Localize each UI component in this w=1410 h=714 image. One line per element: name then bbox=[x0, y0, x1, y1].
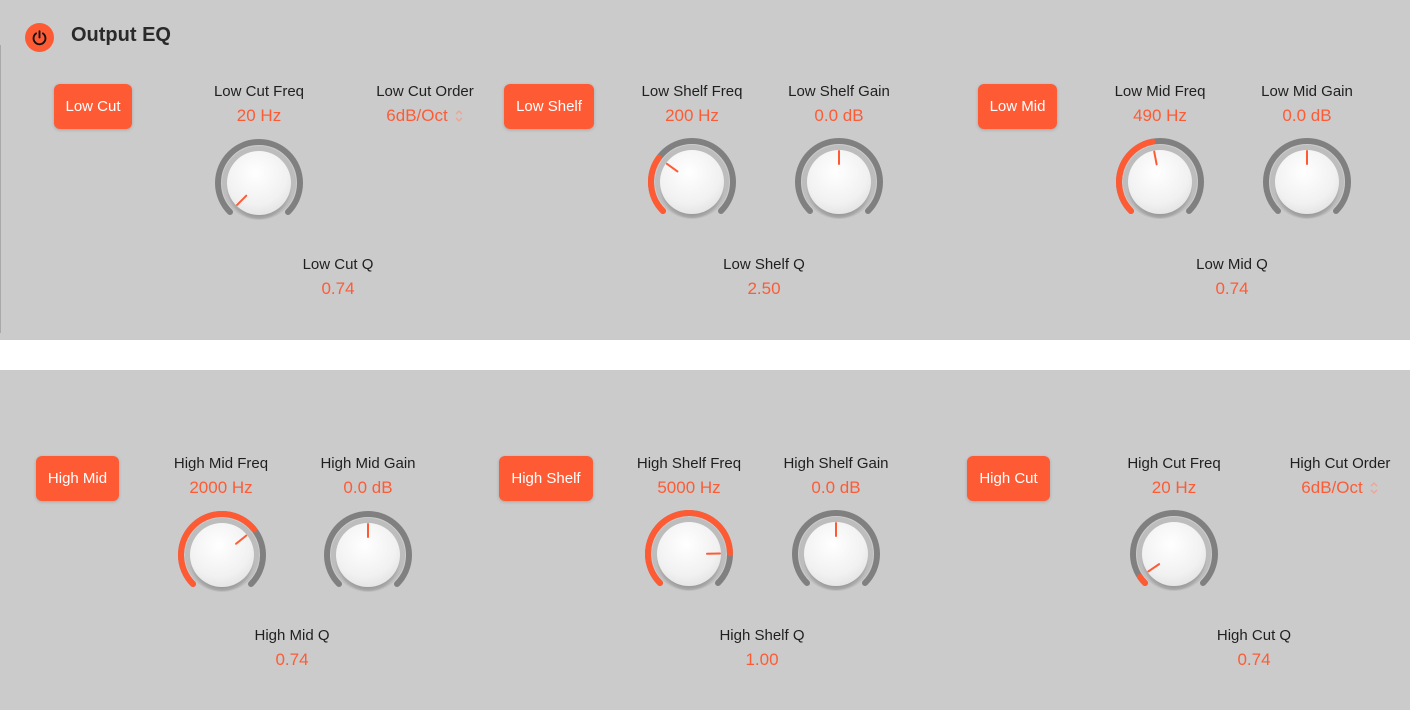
high-cut-order-label: High Cut Order bbox=[1289, 455, 1391, 472]
high-shelf-gain-param: High Shelf Gain 0.0 dB bbox=[746, 455, 926, 499]
knob-graphic bbox=[1130, 510, 1218, 591]
low-shelf-q-param: Low Shelf Q 2.50 bbox=[674, 256, 854, 300]
low-cut-order-value: 6dB/Oct bbox=[386, 106, 448, 125]
high-cut-freq-value[interactable]: 20 Hz bbox=[1084, 477, 1264, 499]
low-mid-freq-knob[interactable] bbox=[1110, 132, 1210, 232]
high-cut-toggle-button[interactable]: High Cut bbox=[967, 456, 1050, 501]
high-cut-order-value: 6dB/Oct bbox=[1301, 478, 1363, 497]
low-cut-freq-param: Low Cut Freq 20 Hz bbox=[169, 83, 349, 127]
low-cut-q-param: Low Cut Q 0.74 bbox=[248, 256, 428, 300]
low-mid-gain-param: Low Mid Gain 0.0 dB bbox=[1217, 83, 1397, 127]
knob-graphic bbox=[792, 510, 880, 591]
high-mid-gain-param: High Mid Gain 0.0 dB bbox=[278, 455, 458, 499]
high-mid-gain-knob[interactable] bbox=[318, 505, 418, 605]
power-icon bbox=[32, 30, 47, 46]
high-mid-toggle-button[interactable]: High Mid bbox=[36, 456, 119, 501]
low-mid-gain-knob[interactable] bbox=[1257, 132, 1357, 232]
low-cut-order-label: Low Cut Order bbox=[376, 83, 474, 100]
knob-graphic bbox=[795, 138, 883, 219]
knob-graphic bbox=[645, 510, 733, 591]
low-shelf-gain-knob[interactable] bbox=[789, 132, 889, 232]
high-cut-order-param: High Cut Order 6dB/Oct bbox=[1250, 455, 1410, 499]
high-mid-q-value[interactable]: 0.74 bbox=[202, 649, 382, 671]
panel-divider bbox=[0, 45, 1, 333]
high-shelf-q-param: High Shelf Q 1.00 bbox=[672, 627, 852, 671]
output-eq-panel-bottom: High Mid High Mid Freq 2000 Hz High Mid … bbox=[0, 370, 1410, 710]
low-shelf-gain-value[interactable]: 0.0 dB bbox=[749, 105, 929, 127]
low-mid-gain-label: Low Mid Gain bbox=[1261, 83, 1353, 100]
high-shelf-q-label: High Shelf Q bbox=[719, 627, 805, 644]
high-cut-order-select[interactable]: 6dB/Oct bbox=[1301, 477, 1378, 499]
low-cut-freq-label: Low Cut Freq bbox=[213, 83, 305, 100]
power-button[interactable] bbox=[25, 23, 54, 52]
high-cut-q-param: High Cut Q 0.74 bbox=[1164, 627, 1344, 671]
low-shelf-q-label: Low Shelf Q bbox=[723, 256, 805, 273]
low-mid-q-label: Low Mid Q bbox=[1196, 256, 1268, 273]
plugin-title: Output EQ bbox=[71, 24, 171, 46]
high-shelf-q-value[interactable]: 1.00 bbox=[672, 649, 852, 671]
high-shelf-gain-label: High Shelf Gain bbox=[783, 455, 889, 472]
low-shelf-q-value[interactable]: 2.50 bbox=[674, 278, 854, 300]
knob-graphic bbox=[324, 511, 412, 592]
knob-cap bbox=[1128, 150, 1192, 214]
high-shelf-freq-knob[interactable] bbox=[639, 504, 739, 604]
high-mid-gain-value[interactable]: 0.0 dB bbox=[278, 477, 458, 499]
knob-graphic bbox=[215, 139, 303, 220]
knob-cap bbox=[1142, 522, 1206, 586]
high-cut-freq-knob[interactable] bbox=[1124, 504, 1224, 604]
high-shelf-toggle-button[interactable]: High Shelf bbox=[499, 456, 593, 501]
high-mid-q-label: High Mid Q bbox=[254, 627, 330, 644]
low-cut-order-select[interactable]: 6dB/Oct bbox=[386, 105, 463, 127]
knob-graphic bbox=[1263, 138, 1351, 219]
high-cut-q-value[interactable]: 0.74 bbox=[1164, 649, 1344, 671]
knob-graphic bbox=[178, 511, 266, 592]
high-cut-freq-label: High Cut Freq bbox=[1127, 455, 1221, 472]
knob-value-arc bbox=[1137, 574, 1149, 586]
low-cut-q-value[interactable]: 0.74 bbox=[248, 278, 428, 300]
high-shelf-gain-value[interactable]: 0.0 dB bbox=[746, 477, 926, 499]
knob-graphic bbox=[648, 138, 736, 219]
low-shelf-freq-knob[interactable] bbox=[642, 132, 742, 232]
output-eq-panel-top: Output EQ Low Cut Low Cut Freq 20 Hz Low… bbox=[0, 0, 1410, 340]
low-shelf-gain-label: Low Shelf Gain bbox=[788, 83, 890, 100]
low-mid-toggle-button[interactable]: Low Mid bbox=[978, 84, 1057, 129]
high-cut-q-label: High Cut Q bbox=[1216, 627, 1292, 644]
low-mid-gain-value[interactable]: 0.0 dB bbox=[1217, 105, 1397, 127]
low-cut-freq-knob[interactable] bbox=[209, 133, 309, 233]
low-mid-q-param: Low Mid Q 0.74 bbox=[1142, 256, 1322, 300]
knob-cap bbox=[660, 150, 724, 214]
low-shelf-gain-param: Low Shelf Gain 0.0 dB bbox=[749, 83, 929, 127]
low-cut-order-param: Low Cut Order 6dB/Oct bbox=[335, 83, 515, 127]
high-shelf-gain-knob[interactable] bbox=[786, 504, 886, 604]
low-cut-toggle-button[interactable]: Low Cut bbox=[54, 84, 132, 129]
low-cut-q-label: Low Cut Q bbox=[302, 256, 374, 273]
high-mid-q-param: High Mid Q 0.74 bbox=[202, 627, 382, 671]
low-cut-freq-value[interactable]: 20 Hz bbox=[169, 105, 349, 127]
low-shelf-toggle-button[interactable]: Low Shelf bbox=[504, 84, 594, 129]
up-down-chevron-icon bbox=[1370, 482, 1378, 494]
high-mid-gain-label: High Mid Gain bbox=[320, 455, 416, 472]
up-down-chevron-icon bbox=[455, 110, 463, 122]
high-cut-freq-param: High Cut Freq 20 Hz bbox=[1084, 455, 1264, 499]
low-mid-q-value[interactable]: 0.74 bbox=[1142, 278, 1322, 300]
knob-graphic bbox=[1116, 138, 1204, 219]
high-mid-freq-knob[interactable] bbox=[172, 505, 272, 605]
knob-cap bbox=[190, 523, 254, 587]
